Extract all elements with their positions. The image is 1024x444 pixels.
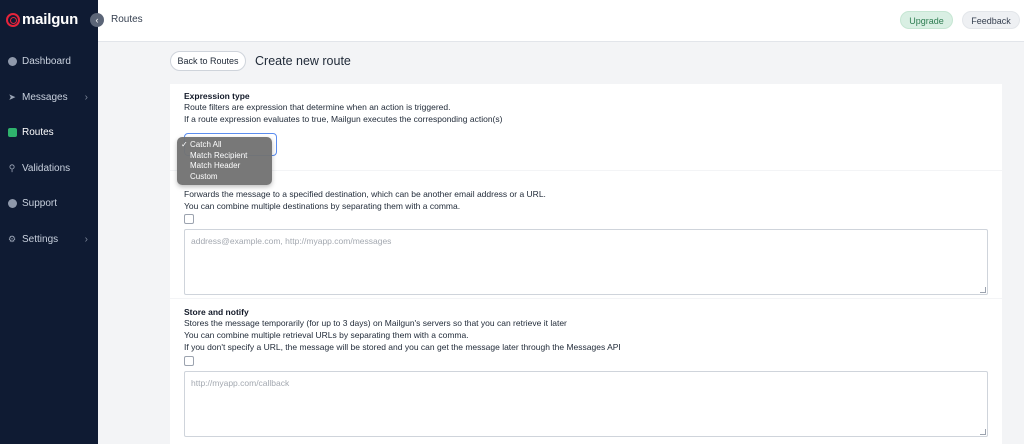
sidebar-item-support[interactable]: Support [0, 186, 98, 222]
checkmark-icon: ✓ [181, 140, 188, 149]
store-and-notify-section: Store and notify Stores the message temp… [170, 299, 1002, 444]
section-description: Stores the message temporarily (for up t… [184, 318, 567, 328]
mailgun-logo[interactable]: mailgun [6, 11, 78, 28]
dropdown-option-match-recipient[interactable]: Match Recipient [177, 151, 272, 162]
chevron-right-icon: › [84, 91, 88, 103]
breadcrumb: Routes [111, 14, 143, 25]
sidebar-item-routes[interactable]: Routes [0, 115, 98, 151]
support-icon [7, 199, 17, 209]
section-description: Route filters are expression that determ… [184, 102, 451, 112]
back-to-routes-button[interactable]: Back to Routes [170, 51, 246, 71]
sidebar-item-validations[interactable]: ⚲ Validations [0, 151, 98, 187]
sidebar-nav: Dashboard ➤ Messages › Routes ⚲ Validati… [0, 44, 98, 257]
sidebar-item-dashboard[interactable]: Dashboard [0, 44, 98, 80]
dropdown-option-catch-all[interactable]: ✓ Catch All [177, 140, 272, 151]
dropdown-option-custom[interactable]: Custom [177, 172, 272, 183]
feedback-button[interactable]: Feedback [962, 11, 1020, 29]
section-description: Forwards the message to a specified dest… [184, 189, 546, 199]
sidebar-item-label: Support [22, 198, 58, 210]
sidebar-item-label: Dashboard [22, 56, 71, 68]
sidebar-item-label: Validations [22, 162, 71, 174]
section-description: You can combine multiple retrieval URLs … [184, 330, 469, 340]
expression-type-dropdown: ✓ Catch All Match Recipient Match Header… [177, 137, 272, 185]
send-icon: ➤ [8, 91, 16, 102]
forward-destinations-input[interactable]: address@example.com, http://myapp.com/me… [184, 229, 988, 295]
forward-checkbox[interactable] [184, 214, 194, 224]
sidebar-item-settings[interactable]: ⚙ Settings › [0, 222, 98, 258]
section-description: If you don't specify a URL, the message … [184, 342, 621, 352]
section-description: If a route expression evaluates to true,… [184, 114, 503, 124]
section-description: You can combine multiple destinations by… [184, 201, 461, 211]
store-checkbox[interactable] [184, 356, 194, 366]
routes-icon [7, 128, 17, 138]
input-placeholder: http://myapp.com/callback [191, 378, 290, 388]
top-bar: Routes Upgrade Feedback [98, 0, 1024, 42]
resize-handle[interactable] [980, 287, 986, 293]
input-placeholder: address@example.com, http://myapp.com/me… [191, 236, 392, 246]
sidebar-item-label: Routes [22, 127, 54, 139]
forward-section: Forwards the message to a specified dest… [170, 171, 1002, 298]
sidebar-item-messages[interactable]: ➤ Messages › [0, 80, 98, 116]
sidebar-item-label: Settings [22, 233, 59, 245]
sidebar-item-label: Messages [22, 91, 68, 103]
upgrade-button[interactable]: Upgrade [900, 11, 953, 29]
validations-icon: ⚲ [8, 162, 16, 173]
section-title: Store and notify [184, 307, 249, 317]
sidebar: mailgun Dashboard ➤ Messages › Routes ⚲ … [0, 0, 98, 444]
chevron-right-icon: › [84, 233, 88, 245]
logo-text: mailgun [22, 11, 79, 28]
mailgun-logo-icon [6, 12, 20, 27]
page-title: Create new route [255, 54, 351, 68]
expression-type-section: Expression type Route filters are expres… [170, 84, 1002, 170]
dropdown-option-match-header[interactable]: Match Header [177, 161, 272, 172]
collapse-sidebar-button[interactable]: ‹ [90, 13, 104, 27]
dashboard-icon [7, 57, 17, 67]
gear-icon: ⚙ [7, 233, 17, 244]
section-title: Expression type [184, 91, 250, 101]
callback-url-input[interactable]: http://myapp.com/callback [184, 371, 988, 437]
resize-handle[interactable] [980, 429, 986, 435]
